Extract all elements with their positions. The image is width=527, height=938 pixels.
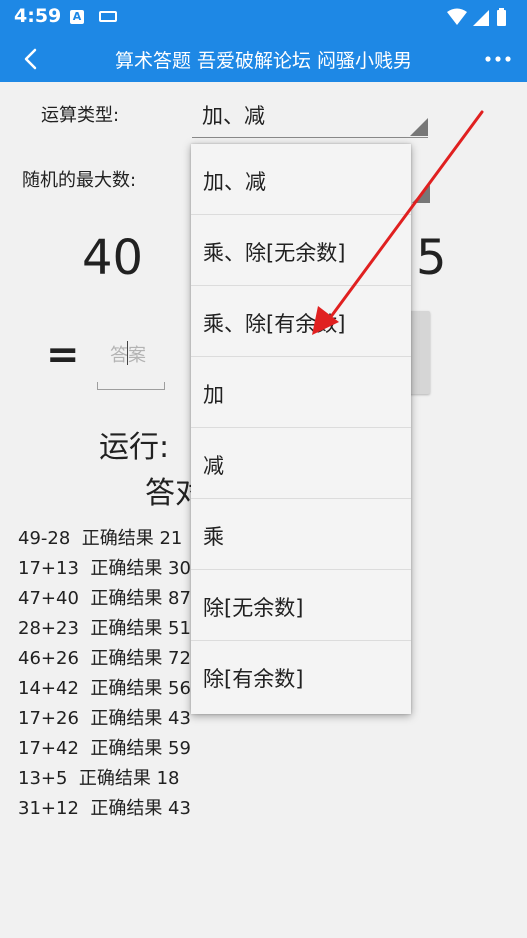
- history-item: 14+42 正确结果 56: [18, 678, 191, 699]
- history-item: 46+26 正确结果 72: [18, 648, 191, 669]
- dropdown-option[interactable]: 减: [191, 428, 411, 499]
- dropdown-option[interactable]: 乘、除[无余数]: [191, 215, 411, 286]
- dropdown-triangle-icon: [410, 118, 428, 136]
- dropdown-option[interactable]: 除[无余数]: [191, 570, 411, 641]
- dropdown-option-label: 加: [203, 383, 224, 407]
- history-item: 28+23 正确结果 51: [18, 618, 191, 639]
- dropdown-option-label: 除[有余数]: [203, 667, 304, 691]
- history-item: 17+42 正确结果 59: [18, 738, 191, 759]
- history-item: 13+5 正确结果 18: [18, 768, 180, 789]
- equals-sign: =: [46, 332, 80, 378]
- dropdown-option-label: 加、减: [203, 170, 266, 194]
- spinner-underline: [192, 137, 428, 138]
- operation-dropdown-menu: 加、减 乘、除[无余数] 乘、除[有余数] 加 减 乘 除[无余数] 除[有余数…: [191, 144, 411, 714]
- history-item: 31+12 正确结果 43: [18, 798, 191, 819]
- battery-icon: [497, 10, 506, 26]
- dropdown-option-label: 乘: [203, 525, 224, 549]
- operation-type-spinner[interactable]: 加、减: [190, 90, 430, 138]
- dropdown-option[interactable]: 乘、除[有余数]: [191, 286, 411, 357]
- dropdown-option-label: 乘、除[无余数]: [203, 241, 346, 265]
- answer-underline: [97, 382, 165, 390]
- app-bar: 算术答题 吾爱破解论坛 闷骚小贱男: [0, 35, 527, 82]
- dropdown-option-label: 减: [203, 454, 224, 478]
- max-number-spinner-icon[interactable]: [412, 185, 430, 203]
- system-status-icons: [447, 8, 506, 26]
- dropdown-option-label: 乘、除[有余数]: [203, 312, 346, 336]
- dropdown-option[interactable]: 除[有余数]: [191, 641, 411, 712]
- max-number-label: 随机的最大数:: [22, 170, 137, 191]
- dropdown-option-label: 除[无余数]: [203, 596, 304, 620]
- answer-input[interactable]: 答案: [97, 330, 165, 390]
- status-time: 4:59: [14, 5, 62, 27]
- run-label: 运行:: [99, 430, 170, 465]
- history-item: 17+26 正确结果 43: [18, 708, 191, 729]
- keyboard-icon: [99, 11, 117, 22]
- operation-type-label: 运算类型:: [41, 105, 120, 126]
- status-bar: 4:59 A: [0, 0, 527, 35]
- app-title: 算术答题 吾爱破解论坛 闷骚小贱男: [114, 50, 413, 72]
- history-item: 47+40 正确结果 87: [18, 588, 191, 609]
- operation-type-value: 加、减: [202, 104, 265, 128]
- answer-placeholder: 答案: [110, 345, 146, 366]
- history-item: 49-28 正确结果 21: [18, 528, 183, 549]
- dropdown-option[interactable]: 加、减: [191, 144, 411, 215]
- left-operand: 40: [82, 230, 144, 286]
- dropdown-option[interactable]: 加: [191, 357, 411, 428]
- dropdown-option[interactable]: 乘: [191, 499, 411, 570]
- wifi-icon: [447, 8, 467, 25]
- a-notification-icon: A: [70, 10, 84, 24]
- history-item: 17+13 正确结果 30: [18, 558, 191, 579]
- more-vert-icon[interactable]: [481, 44, 515, 74]
- signal-icon: [473, 10, 489, 26]
- text-cursor: [127, 341, 128, 365]
- right-operand: 5: [416, 230, 447, 286]
